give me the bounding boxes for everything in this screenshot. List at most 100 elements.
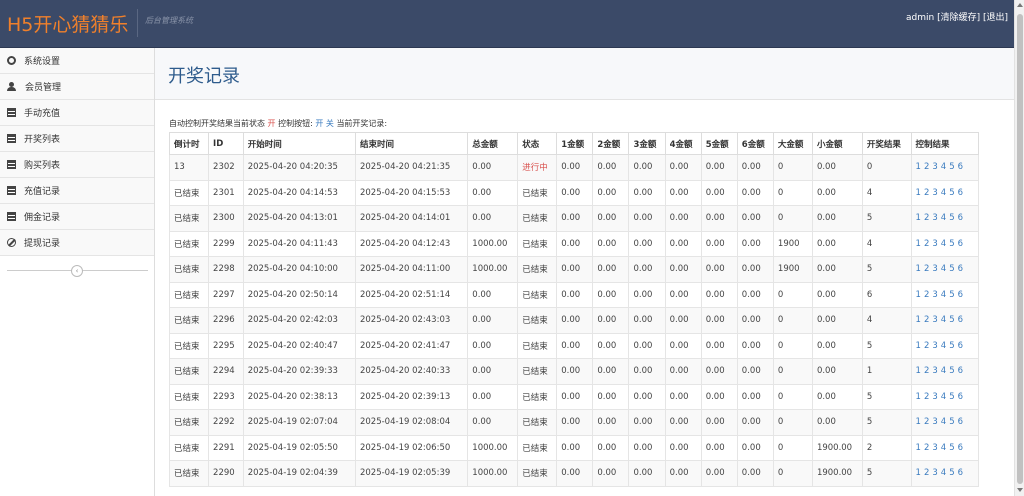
control-result-link[interactable]: 5 [949,315,954,325]
control-result-link[interactable]: 2 [924,392,929,402]
sidebar-nav: 系统设置 会员管理 手动充值 开奖列表 购买列表 充值记录 佣金记录 提现记录 [0,48,154,256]
control-result-link[interactable]: 5 [949,341,954,351]
control-result-link[interactable]: 5 [949,366,954,376]
control-result-link[interactable]: 3 [932,264,937,274]
control-result-link[interactable]: 4 [941,264,946,274]
control-result-link[interactable]: 4 [941,392,946,402]
control-result-link[interactable]: 3 [932,468,937,478]
control-result-link[interactable]: 1 [916,239,921,249]
sidebar-item[interactable]: 充值记录 [0,178,154,204]
control-result-link[interactable]: 4 [941,162,946,172]
control-result-link[interactable]: 2 [924,366,929,376]
control-result-link[interactable]: 2 [924,468,929,478]
control-result-link[interactable]: 4 [941,315,946,325]
control-result-link[interactable]: 6 [958,188,963,198]
control-result-link[interactable]: 2 [924,417,929,427]
control-result-link[interactable]: 3 [932,443,937,453]
control-result-link[interactable]: 5 [949,417,954,427]
control-result-link[interactable]: 1 [916,392,921,402]
control-result-link[interactable]: 6 [958,366,963,376]
scroll-down-arrow-icon[interactable] [1017,488,1023,492]
sidebar-item[interactable]: 开奖列表 [0,126,154,152]
sidebar-item[interactable]: 提现记录 [0,230,154,256]
control-result-link[interactable]: 2 [924,341,929,351]
control-result-cell: 123456 [910,460,980,487]
control-result-link[interactable]: 1 [916,213,921,223]
control-result-link[interactable]: 2 [924,213,929,223]
sidebar-item[interactable]: 会员管理 [0,74,154,100]
control-result-link[interactable]: 6 [958,290,963,300]
app-logo[interactable]: H5开心猜猜乐 [7,10,128,37]
control-result-link[interactable]: 2 [924,315,929,325]
control-result-link[interactable]: 3 [932,392,937,402]
control-result-link[interactable]: 2 [924,443,929,453]
control-result-link[interactable]: 5 [949,213,954,223]
control-result-link[interactable]: 3 [932,162,937,172]
control-result-link[interactable]: 6 [958,239,963,249]
control-result-link[interactable]: 3 [932,366,937,376]
control-result-link[interactable]: 6 [958,341,963,351]
control-result-link[interactable]: 6 [958,468,963,478]
control-result-link[interactable]: 5 [949,188,954,198]
control-result-link[interactable]: 1 [916,443,921,453]
control-result-link[interactable]: 6 [958,392,963,402]
control-result-link[interactable]: 5 [949,392,954,402]
logout-link[interactable]: [退出] [983,13,1008,23]
control-off-button[interactable]: 关 [326,119,334,128]
control-result-link[interactable]: 3 [932,213,937,223]
control-result-link[interactable]: 3 [932,315,937,325]
control-result-link[interactable]: 1 [916,468,921,478]
control-result-link[interactable]: 5 [949,239,954,249]
control-result-link[interactable]: 6 [958,264,963,274]
control-result-link[interactable]: 1 [916,315,921,325]
table-cell: 0.00 [664,383,702,410]
control-result-link[interactable]: 4 [941,188,946,198]
control-result-link[interactable]: 4 [941,239,946,249]
control-result-link[interactable]: 4 [941,443,946,453]
control-result-link[interactable]: 6 [958,417,963,427]
control-result-link[interactable]: 3 [932,290,937,300]
control-result-link[interactable]: 2 [924,188,929,198]
control-result-link[interactable]: 2 [924,239,929,249]
control-result-link[interactable]: 1 [916,162,921,172]
control-result-link[interactable]: 4 [941,417,946,427]
control-result-link[interactable]: 6 [958,315,963,325]
sidebar-item[interactable]: 购买列表 [0,152,154,178]
control-result-link[interactable]: 1 [916,417,921,427]
control-result-link[interactable]: 3 [932,239,937,249]
control-result-link[interactable]: 5 [949,162,954,172]
control-result-link[interactable]: 1 [916,290,921,300]
scrollbar-thumb[interactable] [1017,14,1023,484]
control-result-link[interactable]: 1 [916,366,921,376]
control-result-link[interactable]: 5 [949,443,954,453]
control-result-link[interactable]: 4 [941,366,946,376]
control-result-link[interactable]: 1 [916,188,921,198]
control-result-link[interactable]: 3 [932,188,937,198]
control-result-link[interactable]: 2 [924,162,929,172]
control-result-link[interactable]: 5 [949,468,954,478]
sidebar-item[interactable]: 佣金记录 [0,204,154,230]
control-result-link[interactable]: 6 [958,443,963,453]
sidebar-collapse-button[interactable]: ‹ [71,265,83,277]
control-result-link[interactable]: 3 [932,341,937,351]
clear-cache-link[interactable]: [清除缓存] [937,13,980,23]
control-result-link[interactable]: 5 [949,264,954,274]
control-result-link[interactable]: 4 [941,341,946,351]
scroll-up-arrow-icon[interactable] [1017,3,1023,7]
control-result-link[interactable]: 1 [916,264,921,274]
control-on-button[interactable]: 开 [315,119,323,128]
control-result-link[interactable]: 4 [941,290,946,300]
page-scrollbar[interactable] [1014,0,1024,496]
control-result-link[interactable]: 1 [916,341,921,351]
control-result-link[interactable]: 4 [941,468,946,478]
control-result-link[interactable]: 2 [924,290,929,300]
control-result-link[interactable]: 5 [949,290,954,300]
control-result-link[interactable]: 6 [958,162,963,172]
control-result-link[interactable]: 6 [958,213,963,223]
sidebar-item[interactable]: 系统设置 [0,48,154,74]
sidebar-item[interactable]: 手动充值 [0,100,154,126]
control-result-link[interactable]: 4 [941,213,946,223]
control-result-link[interactable]: 3 [932,417,937,427]
control-result-link[interactable]: 2 [924,264,929,274]
table-cell: 0.00 [811,358,863,385]
